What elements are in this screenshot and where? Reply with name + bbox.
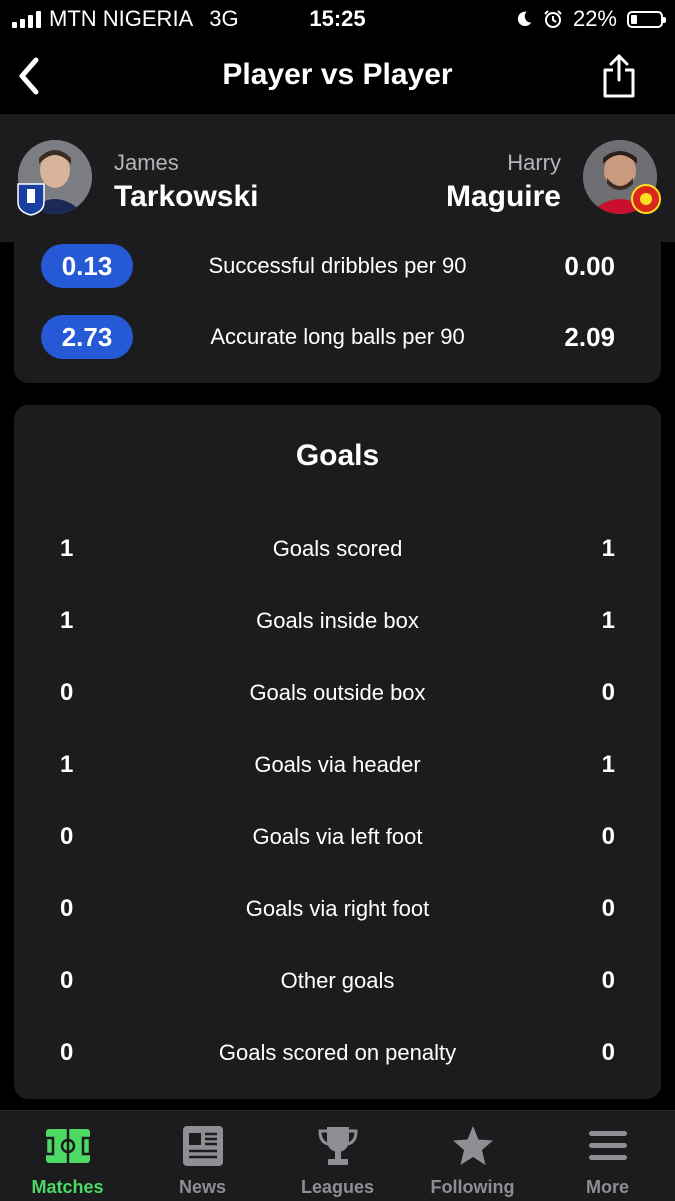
tab-leagues[interactable]: Leagues (270, 1111, 405, 1201)
tab-news[interactable]: News (135, 1111, 270, 1201)
right-value: 0 (601, 823, 615, 850)
page-title: Player vs Player (222, 58, 453, 91)
right-value: 0 (601, 895, 615, 922)
left-player-first-name: James (114, 150, 179, 175)
goal-row: 0 Other goals 0 (14, 963, 661, 999)
status-bar: MTN NIGERIA 3G 15:25 22% (0, 0, 675, 38)
tab-label: Following (430, 1177, 515, 1197)
goal-label: Goals scored on penalty (218, 1040, 457, 1065)
goal-row: 1 Goals inside box 1 (14, 603, 661, 639)
stats-card: 0.13 Successful dribbles per 90 0.00 2.7… (14, 242, 661, 383)
goals-card: Goals 1 Goals scored 1 1 Goals inside bo… (14, 405, 661, 1099)
right-player-last-name: Maguire (445, 180, 561, 213)
goal-row: 0 Goals scored on penalty 0 (14, 1035, 661, 1071)
goal-row: 0 Goals via right foot 0 (14, 891, 661, 927)
stat-row: 2.73 Accurate long balls per 90 2.09 (14, 315, 661, 359)
status-right: 22% (515, 6, 666, 32)
goals-title: Goals (295, 439, 380, 472)
right-value: 0 (601, 1039, 615, 1066)
players-header: James Tarkowski Harry Maguire (0, 114, 675, 242)
tab-label: News (178, 1177, 227, 1197)
right-value: 0 (601, 967, 615, 994)
newspaper-icon (183, 1126, 223, 1166)
man-utd-crest-icon (631, 182, 661, 216)
right-player-name: Harry Maguire (446, 150, 561, 214)
goal-row: 1 Goals via header 1 (14, 747, 661, 783)
left-player-last-name: Tarkowski (114, 180, 259, 213)
tab-label: Matches (31, 1177, 104, 1197)
everton-crest-icon (16, 182, 46, 216)
tab-label: Leagues (300, 1177, 375, 1197)
trophy-icon (318, 1127, 358, 1165)
goal-row: 0 Goals outside box 0 (14, 675, 661, 711)
right-player-first-name: Harry (507, 150, 561, 175)
share-icon (603, 54, 635, 98)
goal-label: Goals via header (254, 752, 421, 777)
tab-matches[interactable]: Matches (0, 1111, 135, 1201)
pitch-icon (45, 1129, 91, 1163)
goal-label: Goals via right foot (245, 896, 430, 921)
share-button[interactable] (599, 52, 639, 100)
nav-bar: Player vs Player (0, 38, 675, 114)
goal-label: Goals via left foot (252, 824, 423, 849)
stat-row: 0.13 Successful dribbles per 90 0.00 (14, 244, 661, 288)
menu-icon (589, 1131, 627, 1160)
alarm-icon (544, 10, 562, 28)
tab-bar: Matches News Leagues Following More (0, 1110, 675, 1201)
right-value: 0 (601, 679, 615, 706)
right-value: 1 (601, 751, 615, 778)
star-icon (453, 1126, 493, 1165)
right-value: 0.00 (564, 251, 615, 281)
goal-label: Goals scored (272, 536, 403, 561)
moon-icon (517, 11, 532, 27)
battery-level (631, 14, 637, 24)
battery-icon (627, 10, 666, 28)
right-value: 1 (601, 535, 615, 562)
goal-row: 1 Goals scored 1 (14, 531, 661, 567)
goal-label: Goals inside box (256, 608, 419, 633)
goal-label: Goals outside box (249, 680, 426, 705)
right-value: 2.09 (564, 322, 615, 352)
tab-label: More (585, 1177, 629, 1197)
battery-percent: 22% (572, 6, 617, 31)
left-player-name: James Tarkowski (114, 150, 259, 214)
tab-following[interactable]: Following (405, 1111, 540, 1201)
goal-row: 0 Goals via left foot 0 (14, 819, 661, 855)
goal-label: Other goals (280, 968, 395, 993)
right-value: 1 (601, 607, 615, 634)
tab-more[interactable]: More (540, 1111, 675, 1201)
